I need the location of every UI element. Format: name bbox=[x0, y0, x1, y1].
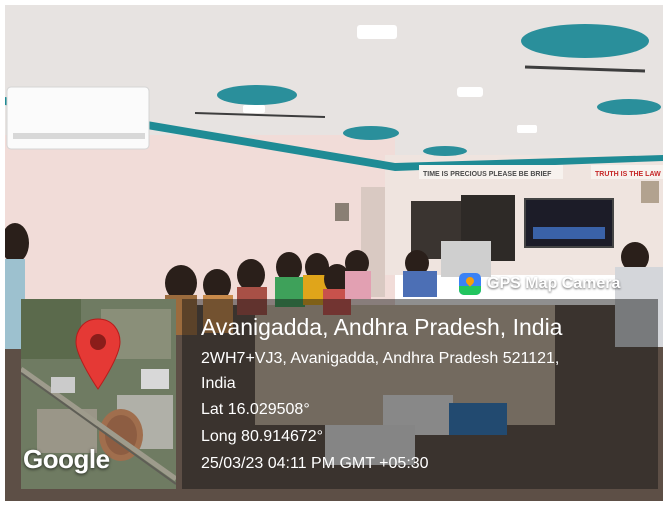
printer bbox=[441, 241, 491, 277]
television bbox=[524, 198, 614, 248]
ceiling-light bbox=[243, 105, 265, 113]
longitude: Long 80.914672° bbox=[201, 428, 324, 445]
wall-sign-left: TIME IS PRECIOUS PLEASE BE BRIEF bbox=[423, 171, 552, 178]
gps-camera-badge: GPS Map Camera bbox=[459, 273, 620, 295]
ceiling-light bbox=[457, 87, 483, 97]
location-details: Avanigadda, Andhra Pradesh, India 2WH7+V… bbox=[182, 299, 658, 489]
ceiling-light bbox=[357, 25, 397, 39]
wall-sign-right: TRUTH IS THE LAW bbox=[595, 171, 661, 178]
ceiling-light bbox=[517, 125, 537, 133]
ceiling-fan bbox=[217, 85, 297, 105]
app-name: GPS Map Camera bbox=[487, 275, 621, 292]
gps-map-camera-icon bbox=[459, 273, 481, 295]
location-stamp: Google Avanigadda, Andhra Pradesh, India… bbox=[21, 299, 658, 489]
ceiling-fan bbox=[423, 146, 467, 156]
ceiling-fan bbox=[521, 24, 649, 58]
ceiling-fan bbox=[343, 126, 399, 140]
address-line: 2WH7+VJ3, Avanigadda, Andhra Pradesh 521… bbox=[201, 350, 560, 367]
ceiling-fan bbox=[597, 99, 661, 115]
latitude: Lat 16.029508° bbox=[201, 401, 310, 418]
wall-frame bbox=[335, 203, 349, 221]
address-line: India bbox=[201, 375, 236, 392]
map-thumbnail: Google bbox=[21, 299, 176, 489]
google-logo: Google bbox=[23, 444, 110, 474]
air-conditioner bbox=[6, 86, 150, 150]
timestamp: 25/03/23 04:11 PM GMT +05:30 bbox=[201, 455, 429, 472]
place-name: Avanigadda, Andhra Pradesh, India bbox=[201, 314, 563, 340]
